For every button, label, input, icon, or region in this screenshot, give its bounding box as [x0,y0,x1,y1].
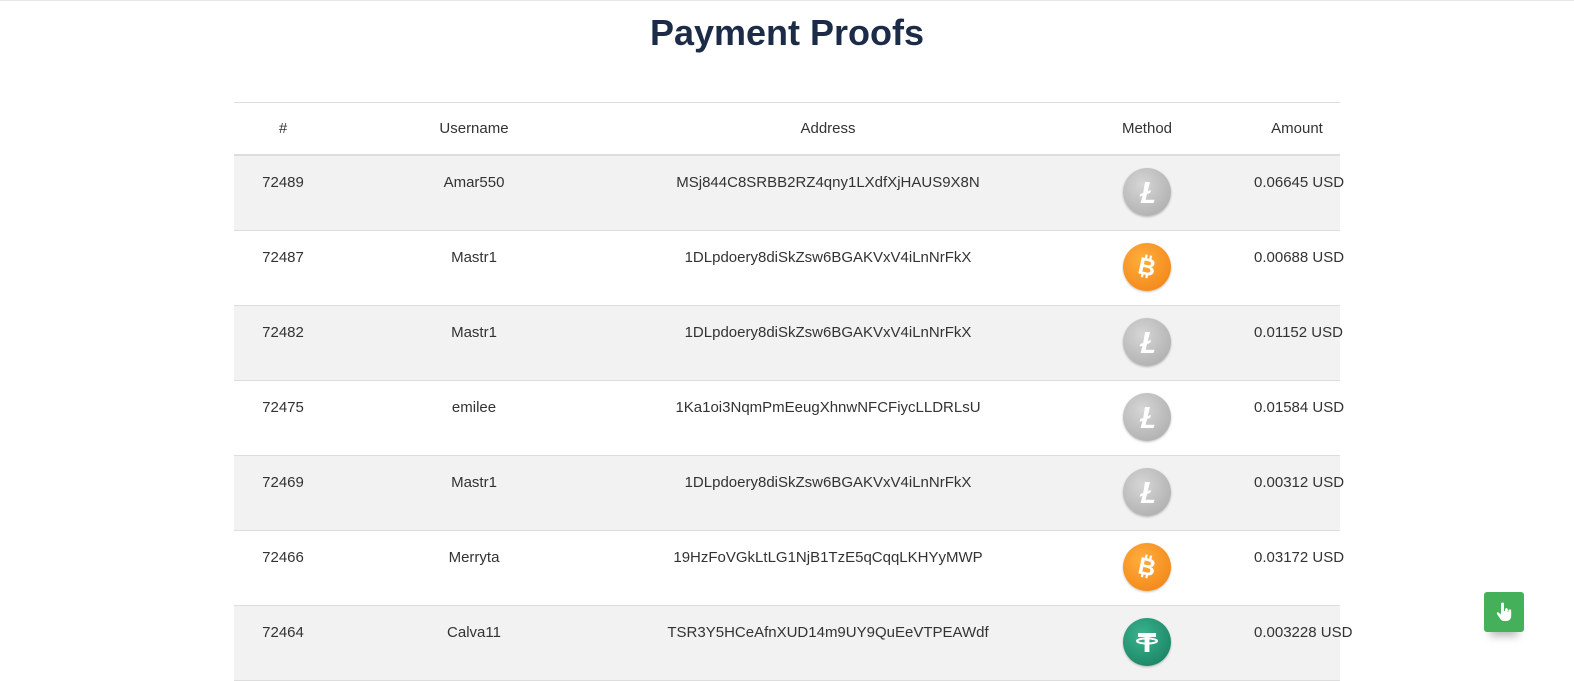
table-row: 72466 Merryta 19HzFoVGkLtLG1NjB1TzE5qCqqLK… [234,531,1345,606]
litecoin-icon [1123,468,1171,516]
top-divider [0,0,1574,1]
cell-address: MSj844C8SRBB2RZ4qny1LXdfXjHAUS9X8N [676,174,980,191]
column-header-method: Method [1121,120,1173,137]
table-row: 72469 Mastr1 1DLpdoery8diSkZsw6BGAKVxV4iLn… [234,456,1345,531]
cell-address: 1DLpdoery8diSkZsw6BGAKVxV4iLnNrFkX [684,249,972,266]
litecoin-icon [1123,393,1171,441]
cell-username: Mastr1 [451,474,497,491]
cell-address: 1DLpdoery8diSkZsw6BGAKVxV4iLnNrFkX [684,324,972,341]
cell-amount: 0.00312 USD [1254,474,1345,491]
cell-method [1040,456,1254,516]
column-header-username: Username [439,120,509,137]
cell-amount: 0.00688 USD [1254,249,1345,266]
cell-id: 72482 [262,324,304,341]
table-row: 72482 Mastr1 1DLpdoery8diSkZsw6BGAKVxV4iLn… [234,306,1343,381]
cell-address: 1DLpdoery8diSkZsw6BGAKVxV4iLnNrFkX [684,474,972,491]
table-body: 72489 Amar550 MSj844C8SRBB2RZ4qny1LXdfXjHA… [234,156,1353,681]
cell-id: 72469 [262,474,304,491]
floating-action-button[interactable] [1484,592,1524,632]
cell-amount: 0.003228 USD [1254,624,1353,641]
page-title: Payment Proofs [649,12,925,53]
cell-username: Mastr1 [451,249,497,266]
cell-username: Mastr1 [451,324,497,341]
hand-pointer-icon [1496,602,1512,621]
cell-username: Amar550 [443,174,505,191]
table-header: # Username Address Method Amount [234,102,1340,156]
cell-method: B [1040,231,1254,291]
cell-username: Calva11 [447,624,501,641]
cell-method [1040,606,1254,666]
cell-id: 72466 [262,549,304,566]
column-header-id: # [278,120,288,137]
cell-method [1040,306,1254,366]
column-header-amount: Amount [1271,120,1323,137]
cell-method: B [1040,531,1254,591]
cell-id: 72489 [262,174,304,191]
cell-amount: 0.06645 USD [1254,174,1345,191]
payment-proofs-table: # Username Address Method Amount 72489 Am… [234,102,1353,681]
cell-username: emilee [451,399,497,416]
bitcoin-icon: B [1123,243,1171,291]
table-row: 72464 Calva11 TSR3Y5HCeAfnXUD14m9UY9QuEeVT… [234,606,1353,681]
cell-amount: 0.01584 USD [1254,399,1345,416]
column-header-address: Address [800,120,856,137]
litecoin-icon [1123,318,1171,366]
table-row: 72475 emilee 1Ka1oi3NqmPmEeugXhnwNFCFiycLL… [234,381,1345,456]
cell-amount: 0.03172 USD [1254,549,1345,566]
cell-method [1040,156,1254,216]
cell-username: Merryta [448,549,500,566]
cell-id: 72464 [262,624,304,641]
cell-address: TSR3Y5HCeAfnXUD14m9UY9QuEeVTPEAWdf [667,624,989,641]
cell-amount: 0.01152 USD [1254,324,1343,341]
cell-id: 72475 [262,399,304,416]
tether-icon [1123,618,1171,666]
litecoin-icon [1123,168,1171,216]
table-row: 72489 Amar550 MSj844C8SRBB2RZ4qny1LXdfXjHA… [234,156,1345,231]
bitcoin-icon: B [1123,543,1171,591]
cell-method [1040,381,1254,441]
cell-id: 72487 [262,249,304,266]
cell-address: 19HzFoVGkLtLG1NjB1TzE5qCqqLKHYyMWP [673,549,983,566]
table-row: 72487 Mastr1 1DLpdoery8diSkZsw6BGAKVxV4iLn… [234,231,1345,306]
cell-address: 1Ka1oi3NqmPmEeugXhnwNFCFiycLLDRLsU [675,399,981,416]
